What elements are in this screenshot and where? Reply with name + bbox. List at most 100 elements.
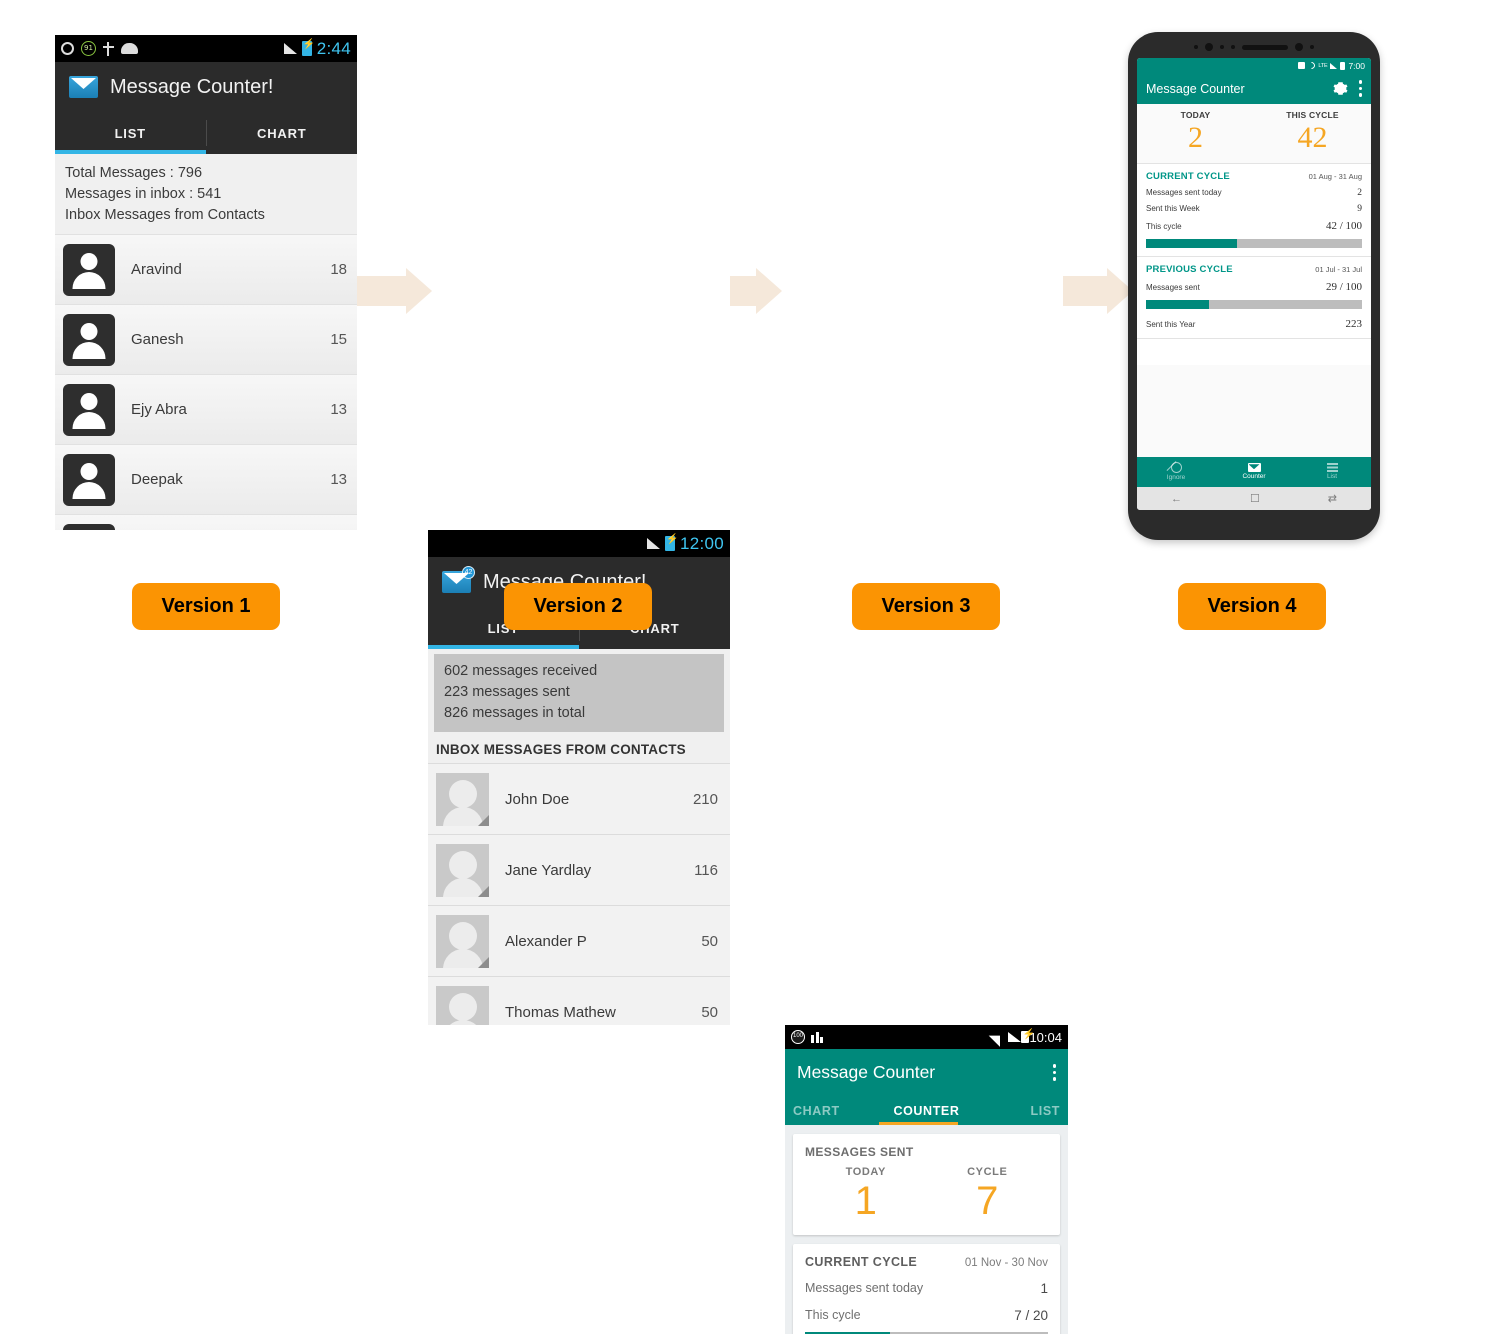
summary-line-total: Total Messages : 796 [65,165,203,181]
gear-icon[interactable] [1333,81,1348,96]
progress-bar [1146,239,1362,248]
usb-icon [103,41,114,56]
cycle-row: Sent this Week 9 [1146,204,1362,214]
row-label: Sent this Year [1146,320,1196,329]
nav-item-label: Counter [1242,473,1266,481]
section-title: CURRENT CYCLE [1146,171,1230,182]
message-count: 50 [701,932,718,950]
android-head-icon [121,43,138,54]
app-title: Message Counter [797,1062,936,1082]
section-title: PREVIOUS CYCLE [1146,264,1233,275]
signal-icon [1008,1032,1022,1042]
list-item[interactable]: Deepak 13 [55,444,357,514]
nav-item-counter[interactable]: Counter [1215,463,1293,481]
earpiece-speaker [1242,44,1288,50]
contact-name: Ejy Abra [131,401,187,418]
avatar [63,243,115,296]
avatar [436,985,489,1025]
tab-bar: CHART COUNTER LIST [785,1096,1068,1125]
app-title: Message Counter [1146,81,1245,96]
progress-fill [1146,239,1237,248]
list-item[interactable]: Ganesh 15 [55,304,357,374]
summary-block: Total Messages : 796 Messages in inbox :… [55,154,357,234]
summary-line-received: 602 messages received [444,663,598,679]
list-item[interactable]: Alexander P 50 [428,905,730,976]
status-bar: LTE 7:00 [1137,58,1371,73]
summary-line-total: 826 messages in total [444,705,586,721]
counter-caption: THIS CYCLE [1286,110,1339,120]
kebab-icon[interactable] [1358,80,1362,97]
wifi-icon [1306,60,1317,71]
back-arrow-icon[interactable]: ← [1171,493,1182,505]
battery-charging-icon [1021,1029,1035,1043]
contact-name: Jane Yardlay [505,861,592,879]
list-item[interactable]: Thomas Mathew 50 [428,976,730,1025]
sync-icon [61,42,74,55]
row-label: Sent this Week [1146,204,1200,213]
battery-charging-icon [664,534,678,551]
signal-icon [1330,62,1338,69]
list-item[interactable]: Ejy Abra 13 [55,374,357,444]
row-value: 7 / 20 [1014,1308,1048,1323]
list-item[interactable]: Akash 13 [55,514,357,530]
summary-block: 602 messages received 223 messages sent … [434,654,724,732]
current-cycle-card: CURRENT CYCLE 01 Nov - 30 Nov Messages s… [793,1244,1060,1334]
cycle-row: Messages sent 29 / 100 [1146,281,1362,293]
row-value: 223 [1345,318,1363,330]
status-time: 2:44 [316,38,351,58]
status-time: 12:00 [679,533,724,553]
row-value: 9 [1357,204,1362,214]
flow-arrow-3-to-4 [1063,268,1135,314]
tab-indicator [428,645,579,649]
mail-icon [69,76,98,98]
row-value: 1 [1040,1281,1048,1296]
contact-list: Aravind 18 Ganesh 15 Ejy Abra 13 Deepak … [55,234,357,530]
home-square-icon[interactable]: ☐ [1250,492,1260,505]
kebab-icon[interactable] [1052,1064,1056,1081]
alarm-icon [1298,62,1306,69]
tab-chart[interactable]: CHART [207,112,358,154]
phone-screen: LTE 7:00 Message Counter TODAY 2 THIS CY… [1137,58,1371,510]
recents-arrows-icon[interactable]: ⇄ [1328,492,1337,505]
list-item[interactable]: Aravind 18 [55,234,357,304]
tab-counter[interactable]: COUNTER [882,1096,971,1125]
contact-name: Thomas Mathew [505,1003,616,1021]
avatar [63,383,115,436]
nav-item-ignore[interactable]: Ignore [1137,462,1215,482]
nav-item-list[interactable]: List [1293,463,1371,481]
row-label: Messages sent today [805,1281,924,1295]
previous-cycle-section: PREVIOUS CYCLE 01 Jul - 31 Jul Messages … [1137,256,1371,338]
battery-charging-icon [301,39,315,56]
message-count: 18 [330,261,347,278]
counter-value: 42 [1297,121,1328,154]
row-label: Messages sent today [1146,188,1222,197]
list-item[interactable]: John Doe 210 [428,763,730,834]
wifi-icon [989,1025,1012,1047]
tab-chart[interactable]: CHART [793,1096,882,1125]
message-count: 15 [330,331,347,348]
tab-list[interactable]: LIST [971,1096,1060,1125]
summary-line-sent: 223 messages sent [444,684,570,700]
progress-fill [805,1332,891,1334]
bars-icon [811,1031,823,1043]
message-count: 13 [330,471,347,488]
tab-list[interactable]: LIST [55,112,206,154]
battery-percent-icon: 100 [791,1030,805,1044]
section-header: INBOX MESSAGES FROM CONTACTS [436,742,686,757]
message-count: 13 [330,401,347,418]
progress-bar [1146,300,1362,309]
top-counters: TODAY 2 THIS CYCLE 42 [1137,104,1371,163]
row-label: This cycle [1146,222,1182,231]
phone-bezel: LTE 7:00 Message Counter TODAY 2 THIS CY… [1128,32,1380,540]
arrow-head [406,268,432,314]
arrow-shaft [1063,276,1111,306]
status-bar: 100 10:04 [785,1025,1068,1049]
contact-name: Alexander P [505,932,587,950]
list-item[interactable]: Jane Yardlay 116 [428,834,730,905]
counter-this-cycle: THIS CYCLE 42 [1254,110,1371,154]
version-4-screenshot: LTE 7:00 Message Counter TODAY 2 THIS CY… [1128,32,1380,540]
avatar [63,523,115,530]
empty-space [1137,338,1371,365]
cycle-row: Messages sent today 1 [805,1281,1048,1296]
avatar [436,914,489,968]
